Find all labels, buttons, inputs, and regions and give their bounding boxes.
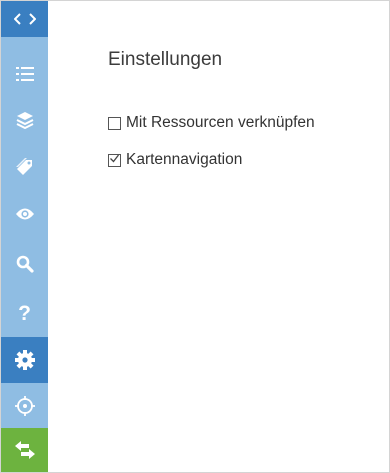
collapse-toggle-icon	[13, 12, 36, 26]
search-icon	[16, 255, 34, 273]
option-label: Kartennavigation	[126, 151, 243, 168]
help-icon: ?	[18, 302, 31, 325]
sidebar-item-list[interactable]	[1, 51, 48, 97]
option-map-navigation[interactable]: Kartennavigation	[108, 151, 242, 169]
option-label: Mit Ressourcen verknüpfen	[126, 114, 315, 131]
tags-icon	[15, 157, 35, 175]
sidebar-item-layers[interactable]	[1, 97, 48, 143]
sidebar-item-help[interactable]: ?	[1, 291, 48, 337]
layers-icon	[16, 111, 34, 129]
map-navigation-checkbox[interactable]	[108, 151, 121, 169]
panel-title: Einstellungen	[108, 49, 223, 70]
sidebar-item-visibility[interactable]	[1, 191, 48, 237]
option-link-resources[interactable]: Mit Ressourcen verknüpfen	[108, 114, 315, 132]
sidebar-toggle-button[interactable]	[1, 1, 48, 37]
settings-panel: Einstellungen Mit Ressourcen verknüpfen …	[49, 1, 389, 472]
sidebar-item-search[interactable]	[1, 241, 48, 287]
swap-arrows-icon	[14, 441, 36, 459]
list-icon	[15, 66, 34, 82]
sidebar-item-swap[interactable]	[1, 428, 48, 472]
crosshair-icon	[14, 396, 35, 416]
app-frame: ? Einstellungen Mit Ressourcen verknüpfe…	[0, 0, 390, 473]
eye-icon	[15, 207, 35, 221]
link-resources-checkbox[interactable]	[108, 116, 121, 130]
sidebar-item-settings[interactable]	[1, 337, 48, 383]
checkmark-icon	[109, 151, 120, 169]
sidebar-item-locate[interactable]	[1, 383, 48, 429]
gear-icon	[14, 350, 35, 370]
sidebar: ?	[1, 1, 48, 472]
sidebar-item-tags[interactable]	[1, 143, 48, 189]
